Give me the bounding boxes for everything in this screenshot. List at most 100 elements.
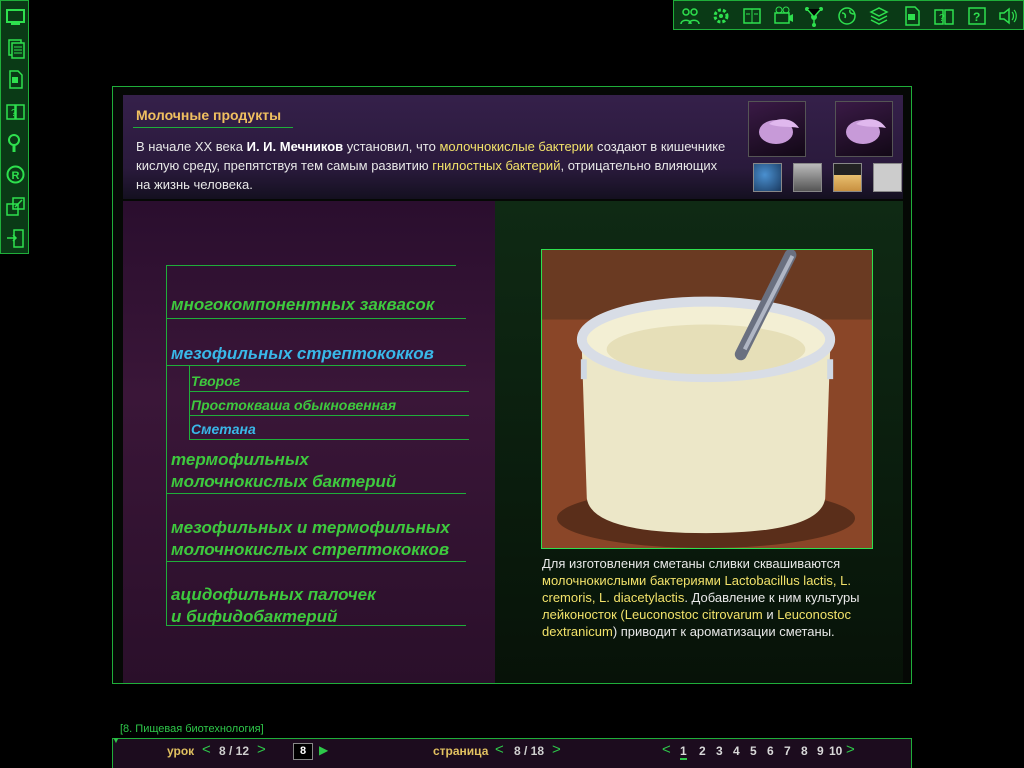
subitem-prostokvasha[interactable]: Простокваша обыкновенная (191, 397, 396, 413)
term-link-lactic-bacteria-caption[interactable]: молочнокислыми бактериями (542, 573, 721, 588)
topic-header: Молочные продукты В начале XX века И. И.… (123, 95, 903, 199)
book-question-icon[interactable]: ? (5, 101, 26, 122)
category-meso-thermo-streptococci[interactable]: мезофильных и термофильных молочнокислых … (171, 517, 450, 561)
lesson-counter: 8 / 12 (219, 744, 250, 758)
tree-divider (166, 493, 466, 494)
avatar-guide-1[interactable] (748, 101, 806, 157)
globe-icon[interactable] (836, 5, 858, 27)
intro-text-part: В начале XX века (136, 139, 247, 154)
page-link-7[interactable]: 7 (784, 744, 791, 758)
registered-icon[interactable]: R (5, 164, 26, 185)
category-tree-pane: многокомпонентных заквасок мезофильных с… (123, 201, 495, 683)
tree-divider (166, 365, 466, 366)
lesson-next-arrow-icon[interactable]: > (257, 741, 266, 758)
pages-icon[interactable] (5, 38, 26, 59)
svg-text:?: ? (973, 10, 980, 24)
term-link-leuconostoc[interactable]: лейконосток (542, 607, 617, 622)
lesson-prev-arrow-icon[interactable]: < (202, 741, 211, 758)
category-line: мезофильных и термофильных (171, 518, 450, 537)
page-link-8[interactable]: 8 (801, 744, 808, 758)
scientist-name: И. И. Мечников (246, 139, 344, 154)
pages-prev-arrow-icon[interactable]: < (662, 741, 671, 758)
film-icon[interactable] (772, 5, 794, 27)
subtree-line (189, 365, 190, 439)
page-link-10[interactable]: 10 (829, 744, 842, 758)
photo-caption: Для изготовления сметаны сливки сквашива… (542, 555, 872, 640)
camera-thumb[interactable] (873, 163, 902, 192)
navigation-bar: урок < 8 / 12 > 8 ▶ страница < 8 / 18 > … (112, 738, 912, 768)
caption-text: Для изготовления сметаны сливки сквашива… (542, 556, 841, 571)
subitem-tvorog[interactable]: Творог (191, 373, 240, 389)
tree-divider (166, 318, 466, 319)
shrink-icon[interactable] (5, 196, 26, 217)
content-panel: Молочные продукты В начале XX века И. И.… (112, 86, 912, 684)
page-counter: 8 / 18 (514, 744, 545, 758)
intro-text-part: установил, что (343, 139, 440, 154)
section-breadcrumb: [8. Пищевая биотехнология] (120, 723, 264, 735)
page-link-3[interactable]: 3 (716, 744, 723, 758)
page-link-5[interactable]: 5 (750, 744, 757, 758)
portrait-thumb[interactable] (793, 163, 822, 192)
page-link-2[interactable]: 2 (699, 744, 706, 758)
go-arrow-icon[interactable]: ▶ (319, 743, 328, 757)
page-link-1[interactable]: 1 (680, 744, 687, 760)
left-toolbar: ? R (0, 0, 29, 254)
page-link-4[interactable]: 4 (733, 744, 740, 758)
page-next-arrow-icon[interactable]: > (552, 741, 561, 758)
pages-next-arrow-icon[interactable]: > (846, 741, 855, 758)
lesson-number-input[interactable]: 8 (293, 743, 313, 760)
category-line: ацидофильных палочек (171, 585, 376, 604)
document-icon[interactable] (901, 5, 923, 27)
caption-text: ) приводит к ароматизации сметаны. (612, 624, 835, 639)
category-line: молочнокислых стрептококков (171, 540, 450, 559)
stack-icon[interactable] (868, 5, 890, 27)
tree-trunk-line (166, 265, 167, 625)
tree-divider (166, 561, 466, 562)
category-thermophilic-bacteria[interactable]: термофильных молочнокислых бактерий (171, 449, 396, 493)
tree-divider (189, 415, 469, 416)
page-link-9[interactable]: 9 (817, 744, 824, 758)
species-name: (Leuconostoc citrovarum (616, 607, 763, 622)
team-icon[interactable] (679, 5, 701, 27)
page-link-6[interactable]: 6 (767, 744, 774, 758)
notebook-icon[interactable] (741, 5, 763, 27)
tree-top-line (166, 265, 456, 266)
svg-text:?: ? (11, 108, 17, 119)
category-line: и бифидобактерий (171, 607, 338, 626)
lesson-label: урок (167, 744, 195, 758)
molecule-icon[interactable] (803, 5, 825, 27)
subitem-smetana[interactable]: Сметана (191, 421, 256, 437)
svg-text:?: ? (939, 13, 945, 24)
caption-text: и (762, 607, 778, 622)
category-mesophilic-streptococci[interactable]: мезофильных стрептококков (171, 343, 434, 365)
book-question-icon[interactable]: ? (933, 5, 955, 27)
page-prev-arrow-icon[interactable]: < (495, 741, 504, 758)
intro-text: В начале XX века И. И. Мечников установи… (136, 137, 726, 194)
book-thumb[interactable] (833, 163, 862, 192)
svg-text:R: R (12, 170, 20, 182)
sour-cream-photo (541, 249, 873, 549)
category-line: термофильных (171, 450, 309, 469)
sound-icon[interactable] (997, 5, 1019, 27)
help-icon[interactable]: ? (966, 5, 988, 27)
monitor-icon[interactable] (5, 7, 26, 28)
title-underline (133, 127, 293, 128)
term-link-lactic-bacteria[interactable]: молочнокислые бактерии (439, 139, 593, 154)
magnifier-icon[interactable] (5, 132, 26, 153)
category-acidophilic-bifido[interactable]: ацидофильных палочек и бифидобактерий (171, 584, 376, 628)
page-label: страница (433, 744, 489, 758)
page-title: Молочные продукты (136, 107, 282, 123)
term-link-putrefactive-bacteria[interactable]: гнилостных бактерий (432, 158, 560, 173)
exit-icon[interactable] (5, 228, 26, 249)
top-toolbar: ? ? (673, 0, 1024, 30)
document-icon[interactable] (5, 69, 26, 90)
corner-marker-icon: ▼ (112, 736, 120, 745)
globe-thumb[interactable] (753, 163, 782, 192)
tree-divider (189, 391, 469, 392)
tree-divider (189, 439, 469, 440)
settings-gear-icon[interactable] (710, 5, 732, 27)
avatar-guide-2[interactable] (835, 101, 893, 157)
caption-text: . Добавление к ним культуры (684, 590, 860, 605)
tree-divider (166, 625, 466, 626)
category-multicomponent[interactable]: многокомпонентных заквасок (171, 294, 434, 316)
